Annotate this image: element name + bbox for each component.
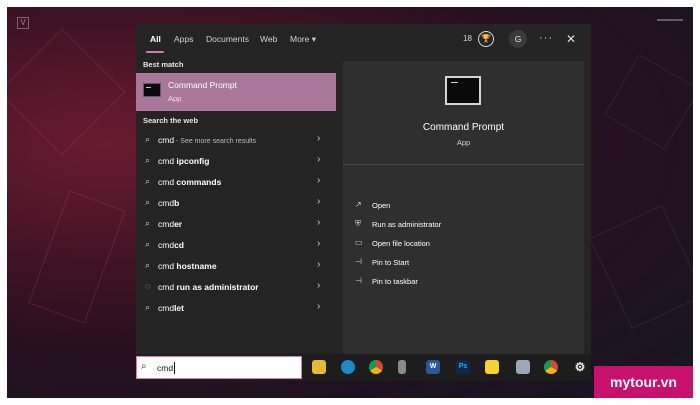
best-match-subtitle: App [168, 94, 182, 103]
web-result-item[interactable]: ⌕ cmdcd › [136, 235, 336, 255]
search-icon: ⌕ [145, 302, 151, 312]
action-label: Open [372, 201, 391, 210]
tab-apps[interactable]: Apps [174, 24, 193, 54]
file-explorer-icon[interactable] [312, 360, 326, 374]
search-input[interactable]: ⌕ cmd [136, 356, 302, 379]
search-icon: ⌕ [145, 239, 151, 249]
rewards-trophy-icon[interactable]: 🏆 [478, 31, 494, 47]
rewards-points-count: 18 [463, 34, 472, 43]
settings-icon[interactable]: ⚙ [573, 360, 587, 374]
web-result-label: cmdcd [158, 240, 184, 250]
shield-icon: ⛨ [355, 219, 361, 228]
preview-pane: Command Prompt App ↗ Open ⛨ Run as admin… [343, 61, 584, 354]
taskbar: ⌕ cmd W Ps ⚙ [136, 354, 591, 381]
search-web-heading: Search the web [143, 116, 199, 125]
web-result-item[interactable]: ⌕ cmdb › [136, 193, 336, 213]
open-icon: ↗ [355, 200, 362, 209]
text-caret [174, 362, 175, 374]
search-icon: ⌕ [145, 176, 151, 186]
chrome-icon[interactable] [544, 360, 558, 374]
web-result-label: cmd commands [158, 177, 222, 187]
start-search-panel: All Apps Documents Web More ▾ 18 🏆 G ···… [136, 24, 591, 354]
action-label: Open file location [372, 239, 430, 248]
action-label: Pin to taskbar [372, 277, 418, 286]
user-avatar[interactable]: G [509, 30, 527, 48]
corner-line-decoration [657, 19, 683, 21]
active-tab-indicator [146, 51, 164, 53]
results-list: Best match Command Prompt App Search the… [136, 57, 336, 354]
chevron-right-icon: › [317, 301, 321, 312]
web-result-item[interactable]: ◌ cmd run as administrator › [136, 277, 336, 297]
web-result-item[interactable]: ⌕ cmd ipconfig › [136, 151, 336, 171]
folder-icon: ▭ [355, 238, 363, 247]
watermark-logo: mytour.vn [594, 366, 693, 398]
web-result-item[interactable]: ⌕ cmd - See more search results › [136, 130, 336, 150]
search-icon: ⌕ [145, 155, 151, 165]
chrome-icon[interactable] [369, 360, 383, 374]
tab-all[interactable]: All [150, 24, 161, 54]
search-icon: ⌕ [141, 361, 147, 372]
web-result-item[interactable]: ⌕ cmd hostname › [136, 256, 336, 276]
command-prompt-icon [445, 76, 481, 105]
chevron-right-icon: › [317, 154, 321, 165]
usb-icon[interactable] [398, 360, 406, 374]
chat-bubble-icon: ◌ [145, 281, 151, 291]
search-header: All Apps Documents Web More ▾ 18 🏆 G ···… [136, 24, 591, 57]
web-result-item[interactable]: ⌕ cmdlet › [136, 298, 336, 318]
preview-subtitle: App [456, 138, 471, 147]
chevron-right-icon: › [317, 280, 321, 291]
wallpaper-shape [28, 190, 126, 324]
pin-icon: ⊣ [355, 257, 362, 266]
web-result-label: cmd ipconfig [158, 156, 210, 166]
more-options-icon[interactable]: ··· [539, 24, 553, 54]
web-result-label: cmdlet [158, 303, 184, 313]
search-icon: ⌕ [145, 218, 151, 228]
wallpaper-shape [604, 54, 693, 150]
best-match-heading: Best match [143, 60, 184, 69]
web-result-item[interactable]: ⌕ cmder › [136, 214, 336, 234]
web-result-label: cmdb [158, 198, 180, 208]
tab-documents[interactable]: Documents [206, 24, 249, 54]
divider [343, 164, 584, 165]
action-label: Run as administrator [372, 220, 442, 229]
search-icon: ⌕ [145, 197, 151, 207]
word-icon[interactable]: W [426, 360, 440, 374]
web-result-label: cmd hostname [158, 261, 217, 271]
chevron-right-icon: › [317, 217, 321, 228]
chevron-right-icon: › [317, 259, 321, 270]
best-match-item[interactable]: Command Prompt App [136, 73, 336, 111]
preview-title: Command Prompt [422, 122, 505, 133]
tab-web[interactable]: Web [260, 24, 277, 54]
wallpaper-shape [589, 204, 693, 330]
photoshop-icon[interactable]: Ps [456, 360, 470, 374]
web-result-label: cmd - See more search results [158, 135, 257, 145]
command-prompt-icon [143, 83, 161, 97]
network-icon[interactable] [516, 360, 530, 374]
chevron-right-icon: › [317, 175, 321, 186]
edge-icon[interactable] [341, 360, 355, 374]
best-match-title: Command Prompt [168, 80, 237, 90]
web-result-item[interactable]: ⌕ cmd commands › [136, 172, 336, 192]
chevron-right-icon: › [317, 133, 321, 144]
search-icon: ⌕ [145, 134, 151, 144]
wallpaper-shape [7, 28, 126, 156]
web-result-label: cmder [158, 219, 183, 229]
close-icon[interactable]: ✕ [566, 24, 576, 54]
sticky-notes-icon[interactable] [485, 360, 499, 374]
tab-more[interactable]: More ▾ [290, 24, 316, 54]
corner-logo-icon: V [17, 17, 29, 29]
search-icon: ⌕ [145, 260, 151, 270]
chevron-right-icon: › [317, 196, 321, 207]
pin-icon: ⊣ [355, 276, 362, 285]
search-value: cmd [157, 363, 174, 373]
action-label: Pin to Start [372, 258, 410, 267]
web-result-label: cmd run as administrator [158, 282, 259, 292]
chevron-right-icon: › [317, 238, 321, 249]
